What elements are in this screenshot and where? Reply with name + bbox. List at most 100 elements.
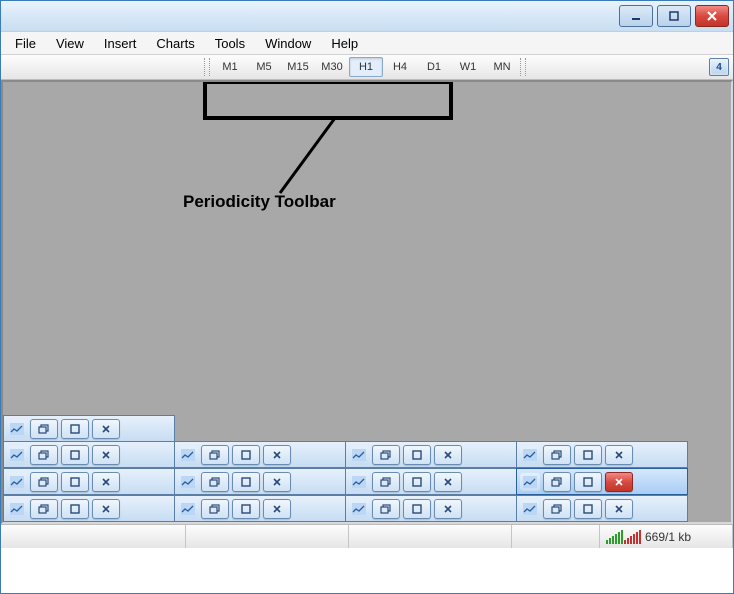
mdi-minimized-window[interactable] bbox=[345, 441, 517, 468]
app-window: File View Insert Charts Tools Window Hel… bbox=[0, 0, 734, 594]
timeframe-m30-button[interactable]: M30 bbox=[315, 57, 349, 77]
mdi-minimized-window[interactable] bbox=[3, 415, 175, 442]
chart-icon bbox=[520, 500, 540, 518]
mdi-close-button[interactable] bbox=[92, 499, 120, 519]
mdi-minimized-window[interactable] bbox=[174, 495, 346, 522]
mdi-row bbox=[3, 441, 731, 468]
annotation-label: Periodicity Toolbar bbox=[183, 192, 336, 212]
mdi-close-button[interactable] bbox=[605, 499, 633, 519]
mdi-close-button[interactable] bbox=[605, 472, 633, 492]
mdi-restore-button[interactable] bbox=[201, 472, 229, 492]
timeframe-d1-button[interactable]: D1 bbox=[417, 57, 451, 77]
mdi-restore-button[interactable] bbox=[543, 472, 571, 492]
chart-icon bbox=[349, 446, 369, 464]
mdi-maximize-button[interactable] bbox=[232, 472, 260, 492]
mdi-minimized-window[interactable] bbox=[174, 441, 346, 468]
maximize-button[interactable] bbox=[657, 5, 691, 27]
mdi-close-button[interactable] bbox=[92, 472, 120, 492]
toolbar-grip-icon[interactable] bbox=[520, 58, 526, 76]
mdi-minimized-window[interactable] bbox=[345, 495, 517, 522]
timeframe-mn-button[interactable]: MN bbox=[485, 57, 519, 77]
mdi-close-button[interactable] bbox=[92, 419, 120, 439]
mdi-restore-button[interactable] bbox=[30, 499, 58, 519]
menu-charts[interactable]: Charts bbox=[146, 34, 204, 53]
mdi-restore-button[interactable] bbox=[372, 499, 400, 519]
mdi-close-button[interactable] bbox=[263, 472, 291, 492]
mdi-close-button[interactable] bbox=[92, 445, 120, 465]
mdi-maximize-button[interactable] bbox=[61, 445, 89, 465]
mdi-maximize-button[interactable] bbox=[232, 445, 260, 465]
mdi-client-area: Periodicity Toolbar bbox=[1, 80, 733, 524]
mdi-restore-button[interactable] bbox=[372, 445, 400, 465]
menu-tools[interactable]: Tools bbox=[205, 34, 255, 53]
mdi-maximize-button[interactable] bbox=[574, 445, 602, 465]
statusbar-cell bbox=[186, 525, 349, 548]
mdi-minimized-window[interactable] bbox=[516, 441, 688, 468]
mdi-restore-button[interactable] bbox=[30, 445, 58, 465]
statusbar-message bbox=[1, 525, 186, 548]
chart-icon bbox=[520, 446, 540, 464]
timeframe-w1-button[interactable]: W1 bbox=[451, 57, 485, 77]
mdi-minimized-area bbox=[3, 415, 731, 522]
mdi-maximize-button[interactable] bbox=[61, 499, 89, 519]
timeframe-h1-button[interactable]: H1 bbox=[349, 57, 383, 77]
mdi-maximize-button[interactable] bbox=[403, 499, 431, 519]
statusbar: 669/1 kb bbox=[1, 524, 733, 548]
mdi-minimized-window[interactable] bbox=[3, 441, 175, 468]
statusbar-connection[interactable]: 669/1 kb bbox=[600, 525, 733, 548]
timeframe-h4-button[interactable]: H4 bbox=[383, 57, 417, 77]
menu-insert[interactable]: Insert bbox=[94, 34, 147, 53]
mdi-minimized-window[interactable] bbox=[3, 495, 175, 522]
chart-icon bbox=[178, 473, 198, 491]
mdi-restore-button[interactable] bbox=[543, 445, 571, 465]
mdi-close-button[interactable] bbox=[263, 445, 291, 465]
mdi-maximize-button[interactable] bbox=[61, 419, 89, 439]
menu-help[interactable]: Help bbox=[321, 34, 368, 53]
connection-bars-icon bbox=[606, 530, 641, 544]
mdi-restore-button[interactable] bbox=[543, 499, 571, 519]
mdi-minimized-window[interactable] bbox=[516, 495, 688, 522]
mdi-maximize-button[interactable] bbox=[232, 499, 260, 519]
close-button[interactable] bbox=[695, 5, 729, 27]
timeframe-m5-button[interactable]: M5 bbox=[247, 57, 281, 77]
mdi-maximize-button[interactable] bbox=[403, 472, 431, 492]
timeframe-m15-button[interactable]: M15 bbox=[281, 57, 315, 77]
menubar: File View Insert Charts Tools Window Hel… bbox=[1, 32, 733, 55]
mdi-close-button[interactable] bbox=[605, 445, 633, 465]
mdi-maximize-button[interactable] bbox=[61, 472, 89, 492]
mdi-row bbox=[3, 468, 731, 495]
chart-icon bbox=[7, 473, 27, 491]
chart-icon bbox=[7, 500, 27, 518]
mdi-restore-button[interactable] bbox=[372, 472, 400, 492]
menu-view[interactable]: View bbox=[46, 34, 94, 53]
minimize-button[interactable] bbox=[619, 5, 653, 27]
mdi-restore-button[interactable] bbox=[201, 499, 229, 519]
window-count-badge[interactable]: 4 bbox=[709, 58, 729, 76]
mdi-maximize-button[interactable] bbox=[574, 472, 602, 492]
mdi-maximize-button[interactable] bbox=[403, 445, 431, 465]
mdi-close-button[interactable] bbox=[434, 499, 462, 519]
annotation-box bbox=[203, 80, 453, 120]
mdi-restore-button[interactable] bbox=[30, 472, 58, 492]
annotation-line bbox=[275, 118, 355, 198]
mdi-maximize-button[interactable] bbox=[574, 499, 602, 519]
timeframe-m1-button[interactable]: M1 bbox=[213, 57, 247, 77]
mdi-close-button[interactable] bbox=[263, 499, 291, 519]
mdi-restore-button[interactable] bbox=[30, 419, 58, 439]
statusbar-cell bbox=[512, 525, 600, 548]
statusbar-traffic: 669/1 kb bbox=[645, 530, 691, 544]
chart-icon bbox=[178, 446, 198, 464]
statusbar-cell bbox=[349, 525, 512, 548]
mdi-minimized-window[interactable] bbox=[174, 468, 346, 495]
mdi-close-button[interactable] bbox=[434, 472, 462, 492]
mdi-restore-button[interactable] bbox=[201, 445, 229, 465]
mdi-minimized-window[interactable] bbox=[3, 468, 175, 495]
chart-icon bbox=[349, 500, 369, 518]
toolbar-grip-icon[interactable] bbox=[204, 58, 210, 76]
menu-file[interactable]: File bbox=[5, 34, 46, 53]
chart-icon bbox=[7, 446, 27, 464]
mdi-minimized-window[interactable] bbox=[516, 468, 688, 495]
mdi-minimized-window[interactable] bbox=[345, 468, 517, 495]
mdi-close-button[interactable] bbox=[434, 445, 462, 465]
menu-window[interactable]: Window bbox=[255, 34, 321, 53]
